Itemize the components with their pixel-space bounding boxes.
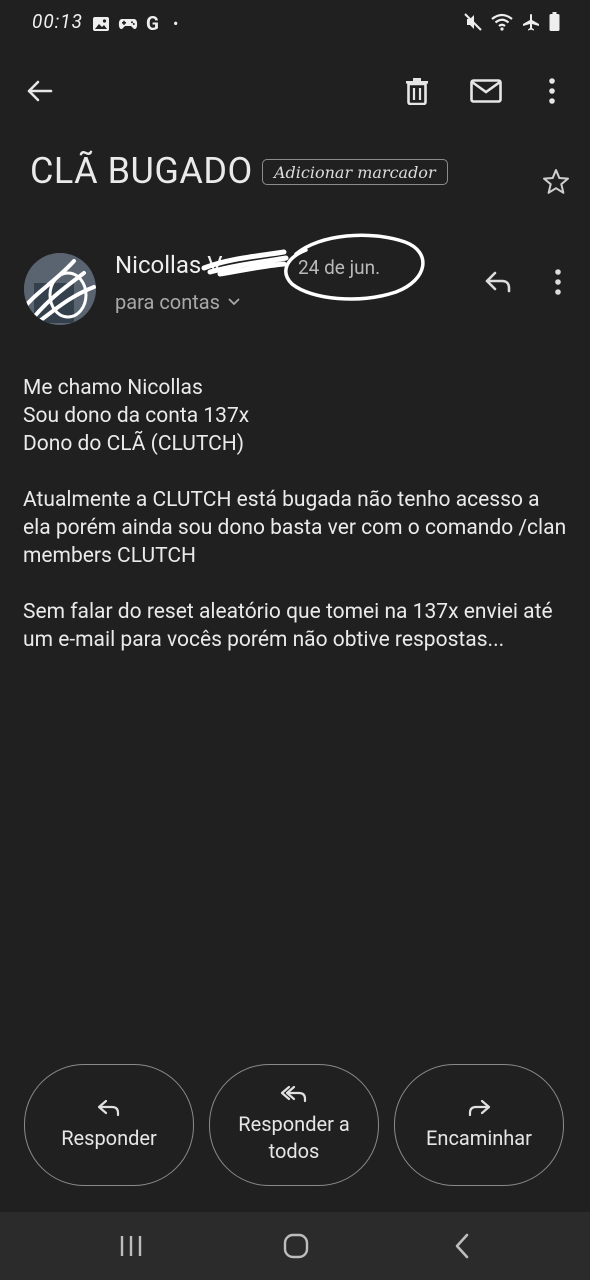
add-label-chip[interactable]: Adicionar marcador (262, 159, 448, 185)
trash-icon (406, 78, 428, 105)
battery-icon (549, 12, 560, 31)
more-vert-icon (555, 269, 561, 295)
forward-button[interactable]: Encaminhar (394, 1064, 564, 1186)
image-icon (92, 16, 110, 32)
recent-apps-icon (120, 1236, 142, 1256)
reply-all-button[interactable]: Responder a todos (209, 1064, 379, 1186)
reply-icon (97, 1099, 120, 1116)
status-left-icons: G • (92, 12, 178, 35)
subject-title: CLÃ BUGADO (30, 150, 253, 192)
reply-all-icon (280, 1085, 307, 1103)
message-more-button[interactable] (536, 260, 580, 304)
mail-icon (470, 79, 502, 103)
notification-dot: • (172, 14, 179, 33)
recipient-label: para contas (115, 290, 220, 314)
back-arrow-icon (27, 80, 53, 102)
reply-label: Responder (61, 1125, 157, 1150)
chevron-left-icon (455, 1233, 469, 1259)
message-date: 24 de jun. (298, 256, 381, 279)
system-navigation-bar (0, 1212, 590, 1280)
sender-avatar[interactable] (24, 253, 96, 325)
forward-icon (468, 1099, 491, 1116)
more-options-button[interactable] (530, 69, 574, 113)
status-right-icons (464, 12, 560, 31)
chevron-down-icon (228, 298, 240, 306)
wifi-icon (491, 13, 513, 31)
body-paragraph: Me chamo Nicollas Sou dono da conta 137x… (23, 376, 250, 456)
recipient-details-toggle[interactable]: para contas (115, 290, 240, 314)
back-button[interactable] (17, 69, 61, 113)
reply-icon (485, 271, 511, 293)
reply-icon-button[interactable] (476, 260, 520, 304)
status-time: 00:13 (32, 10, 83, 33)
forward-label: Encaminhar (426, 1125, 532, 1150)
delete-button[interactable] (395, 69, 439, 113)
system-back-button[interactable] (440, 1224, 484, 1268)
star-icon (543, 168, 569, 194)
message-body: Me chamo Nicollas Sou dono da conta 137x… (23, 374, 568, 682)
mark-unread-button[interactable] (464, 69, 508, 113)
reply-all-label: Responder a todos (238, 1112, 350, 1163)
body-paragraph: Atualmente a CLUTCH está bugada não tenh… (23, 488, 567, 568)
home-icon (283, 1233, 309, 1259)
star-button[interactable] (534, 159, 578, 203)
game-controller-icon (118, 16, 138, 32)
home-button[interactable] (274, 1224, 318, 1268)
reply-button[interactable]: Responder (24, 1064, 194, 1186)
more-vert-icon (549, 78, 555, 104)
airplane-icon (522, 13, 540, 31)
mute-icon (464, 12, 482, 31)
recent-apps-button[interactable] (109, 1224, 153, 1268)
body-paragraph: Sem falar do reset aleatório que tomei n… (23, 600, 553, 652)
google-icon: G (146, 12, 159, 35)
